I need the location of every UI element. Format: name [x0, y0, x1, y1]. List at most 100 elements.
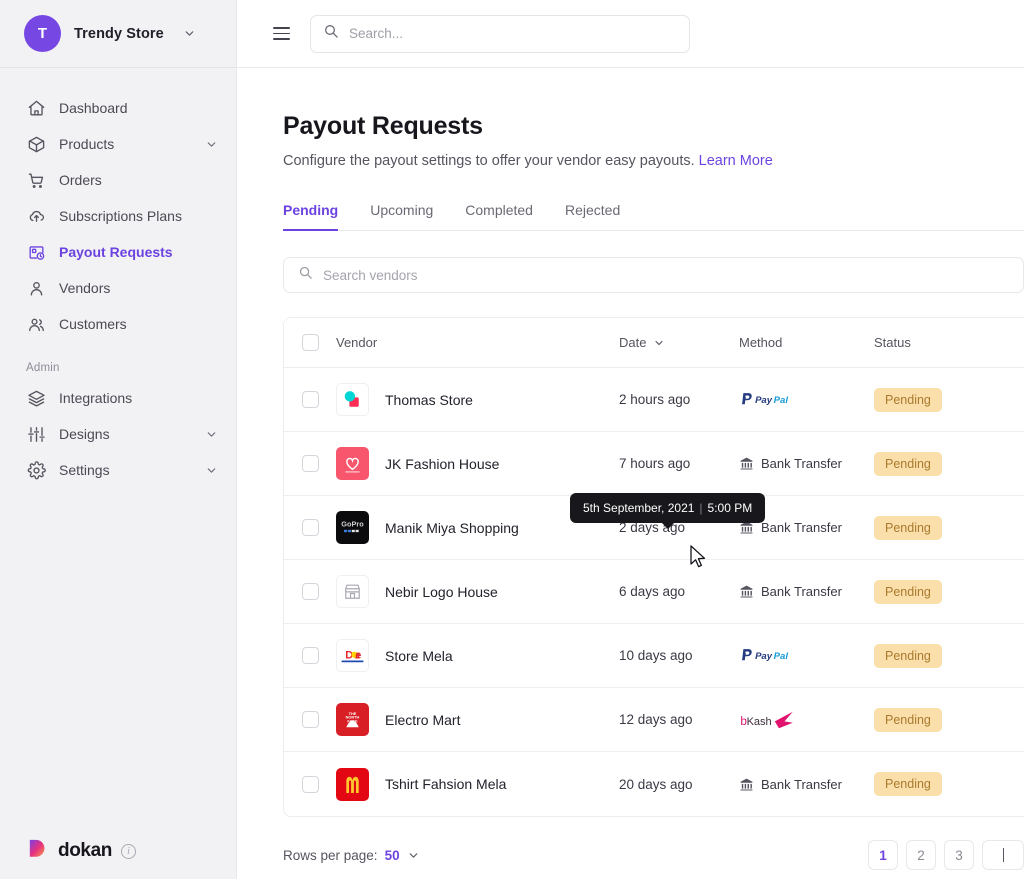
cart-icon — [26, 170, 46, 190]
select-all-cell — [284, 334, 336, 351]
column-header-date[interactable]: Date — [619, 335, 739, 350]
sidebar-item-products[interactable]: Products — [0, 126, 236, 162]
method-label: Bank Transfer — [761, 456, 842, 471]
tab-pending[interactable]: Pending — [283, 202, 339, 231]
row-checkbox[interactable] — [301, 391, 319, 408]
method-cell: b Kash — [739, 707, 874, 733]
sidebar-item-customers[interactable]: Customers — [0, 306, 236, 342]
chevron-down-icon — [183, 27, 196, 40]
sidebar-item-label: Orders — [59, 172, 102, 188]
page-jump-input[interactable] — [982, 840, 1024, 870]
date-cell: 12 days ago — [619, 712, 693, 727]
table-row[interactable]: Nebir Logo House 6 days ago Bank Transfe… — [284, 560, 1024, 624]
tooltip-date: 5th September, 2021 — [583, 501, 695, 515]
row-select-cell — [284, 583, 336, 600]
search-icon — [323, 23, 339, 44]
chevron-down-icon[interactable] — [205, 138, 218, 151]
sidebar-item-label: Dashboard — [59, 100, 128, 116]
chevron-down-icon[interactable] — [653, 337, 665, 349]
bank-icon — [739, 777, 754, 792]
tab-rejected[interactable]: Rejected — [565, 202, 620, 231]
svg-text:Pal: Pal — [774, 395, 789, 406]
nebir-logo-house-logo — [336, 575, 369, 608]
date-tooltip: 5th September, 2021 | 5:00 PM — [570, 493, 766, 529]
layers-icon — [26, 388, 46, 408]
chevron-down-icon[interactable] — [205, 428, 218, 441]
row-checkbox[interactable] — [301, 583, 319, 600]
sidebar-item-designs[interactable]: Designs — [0, 416, 236, 452]
users-icon — [26, 314, 46, 334]
sidebar-item-label: Customers — [59, 316, 127, 332]
tab-upcoming[interactable]: Upcoming — [370, 202, 433, 231]
tab-completed[interactable]: Completed — [465, 202, 533, 231]
date-cell: 20 days ago — [619, 776, 693, 792]
row-select-cell — [284, 455, 336, 472]
sidebar-item-label: Designs — [59, 426, 110, 442]
table-row[interactable]: Do e Store Mela 10 days ago — [284, 624, 1024, 688]
status-cell: Pending — [874, 515, 1024, 540]
main-area: Payout Requests Configure the payout set… — [237, 0, 1024, 879]
topbar — [237, 0, 1024, 68]
table-row[interactable]: Tshirt Fahsion Mela 20 days ago Bank Tra… — [284, 752, 1024, 816]
status-badge: Pending — [874, 579, 942, 604]
table-row[interactable]: JK Fashion House 7 hours ago Bank Transf… — [284, 432, 1024, 496]
method-cell: Bank Transfer — [739, 777, 874, 792]
table-footer: Rows per page: 50 1 2 3 — [283, 820, 1024, 870]
tabs: Pending Upcoming Completed Rejected — [283, 202, 1024, 231]
sidebar-item-label: Vendors — [59, 280, 111, 296]
table-header-row: Vendor Date Method Status — [284, 318, 1024, 368]
svg-text:e: e — [355, 650, 361, 662]
sidebar-item-payout-requests[interactable]: Payout Requests — [0, 234, 236, 270]
page-button-3[interactable]: 3 — [944, 840, 974, 870]
svg-text:Pal: Pal — [774, 651, 789, 662]
column-header-vendor[interactable]: Vendor — [336, 335, 619, 350]
paypal-icon: Pay Pal — [739, 647, 803, 664]
status-cell: Pending — [874, 579, 1024, 604]
vendor-search-input[interactable] — [323, 267, 1009, 283]
status-badge: Pending — [874, 451, 942, 476]
payout-table: Vendor Date Method Status Thomas Store 2… — [283, 317, 1024, 817]
date-cell: 7 hours ago — [619, 456, 691, 471]
chevron-down-icon[interactable] — [407, 849, 420, 862]
global-search[interactable] — [310, 14, 690, 53]
chevron-down-icon[interactable] — [205, 464, 218, 477]
select-all-checkbox[interactable] — [301, 334, 319, 351]
bank-icon — [739, 584, 754, 599]
page-content: Payout Requests Configure the payout set… — [237, 68, 1024, 879]
row-select-cell — [284, 775, 336, 793]
vendor-name: JK Fashion House — [385, 455, 500, 472]
sidebar-item-subscriptions-plans[interactable]: Subscriptions Plans — [0, 198, 236, 234]
row-checkbox[interactable] — [301, 775, 319, 793]
home-icon — [26, 98, 46, 118]
row-checkbox[interactable] — [301, 647, 319, 664]
status-cell: Pending — [874, 772, 1024, 796]
electro-mart-logo: THE NORTH FACE — [336, 703, 369, 736]
sidebar-item-dashboard[interactable]: Dashboard — [0, 90, 236, 126]
page-button-1[interactable]: 1 — [868, 840, 898, 870]
store-name: Trendy Store — [74, 25, 164, 42]
search-input[interactable] — [349, 26, 677, 41]
learn-more-link[interactable]: Learn More — [699, 153, 773, 169]
vendor-search[interactable] — [283, 257, 1024, 293]
row-checkbox[interactable] — [301, 519, 319, 536]
page-button-2[interactable]: 2 — [906, 840, 936, 870]
sidebar-nav: Dashboard Products Orders Subscriptions … — [0, 68, 236, 488]
sidebar-item-label: Integrations — [59, 390, 133, 406]
row-checkbox[interactable] — [301, 711, 319, 728]
info-icon[interactable]: i — [120, 843, 136, 859]
table-row[interactable]: Thomas Store 2 hours ago Pay Pal Pending — [284, 368, 1024, 432]
status-cell: Pending — [874, 707, 1024, 732]
row-checkbox[interactable] — [301, 455, 319, 472]
rows-per-page-selector[interactable]: Rows per page: 50 — [283, 848, 420, 863]
hamburger-icon[interactable] — [273, 27, 290, 40]
sidebar-item-integrations[interactable]: Integrations — [0, 380, 236, 416]
sidebar: T Trendy Store Dashboard Products Orders… — [0, 0, 237, 879]
sidebar-item-vendors[interactable]: Vendors — [0, 270, 236, 306]
avatar: T — [24, 15, 61, 52]
sidebar-item-orders[interactable]: Orders — [0, 162, 236, 198]
sidebar-item-label: Subscriptions Plans — [59, 208, 182, 224]
status-badge: Pending — [874, 387, 942, 412]
store-switcher[interactable]: T Trendy Store — [0, 0, 236, 68]
table-row[interactable]: THE NORTH FACE Electro Mart 12 days ago — [284, 688, 1024, 752]
sidebar-item-settings[interactable]: Settings — [0, 452, 236, 488]
